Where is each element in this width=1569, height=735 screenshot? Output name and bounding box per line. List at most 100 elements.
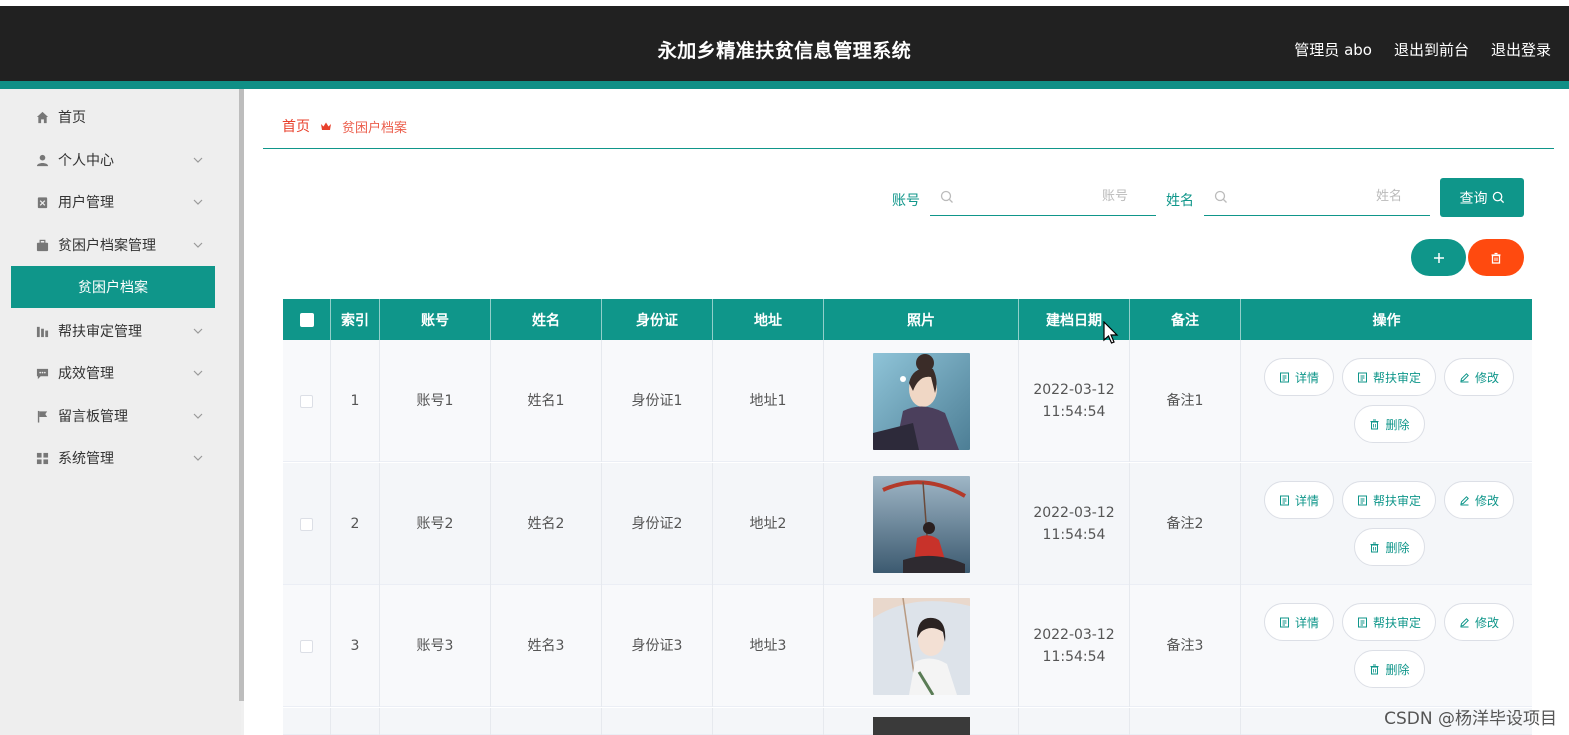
cell-account: 账号3 — [380, 585, 491, 707]
account-search-box — [930, 178, 1156, 216]
breadcrumb: 首页 贫困户档案 — [282, 116, 407, 136]
sidebar-item-label: 帮扶审定管理 — [58, 324, 142, 340]
home-icon — [35, 110, 49, 124]
cell-id-card: 身份证2 — [602, 463, 713, 585]
logout-link[interactable]: 退出登录 — [1491, 39, 1551, 60]
sidebar-subitem-poor-archive[interactable]: 贫困户档案 — [11, 266, 215, 308]
sidebar-item-results[interactable]: 成效管理 — [0, 353, 220, 393]
detail-button[interactable]: 详情 — [1264, 603, 1334, 641]
row-checkbox[interactable] — [300, 394, 313, 408]
row-check-cell — [283, 340, 331, 462]
detail-button[interactable]: 详情 — [1264, 358, 1334, 396]
cell-address: 地址2 — [713, 463, 824, 585]
row-checkbox[interactable] — [300, 639, 313, 653]
action-label: 详情 — [1294, 615, 1319, 630]
column-header-actions: 操作 — [1372, 312, 1401, 329]
sidebar-item-users[interactable]: 用户管理 — [0, 182, 220, 222]
batch-delete-button[interactable] — [1468, 239, 1524, 276]
row-checkbox[interactable] — [300, 517, 313, 531]
watermark: CSDN @杨洋毕设项目 — [1384, 709, 1557, 729]
table-row — [283, 708, 1532, 735]
photo-thumbnail[interactable] — [872, 597, 970, 695]
cell-index: 1 — [331, 340, 380, 462]
account-search-label: 账号 — [892, 193, 920, 209]
search-icon — [940, 190, 953, 203]
chevron-down-icon — [193, 199, 203, 205]
delete-button[interactable]: 删除 — [1354, 650, 1425, 688]
doc-icon — [1357, 617, 1367, 627]
query-button[interactable]: 查询 — [1440, 178, 1524, 217]
sidebar-item-message-board[interactable]: 留言板管理 — [0, 396, 220, 436]
detail-button[interactable]: 详情 — [1264, 481, 1334, 519]
name-search-label: 姓名 — [1166, 193, 1194, 209]
action-label: 删除 — [1385, 417, 1410, 432]
sidebar-item-system[interactable]: 系统管理 — [0, 438, 220, 478]
chevron-down-icon — [193, 157, 203, 163]
sidebar-item-personal[interactable]: 个人中心 — [0, 140, 220, 180]
cell-note: 备注3 — [1130, 585, 1241, 707]
admin-user-link[interactable]: 管理员 abo — [1294, 39, 1372, 60]
photo-thumbnail[interactable] — [872, 352, 970, 450]
exit-to-frontend-link[interactable]: 退出到前台 — [1394, 39, 1469, 60]
add-button[interactable] — [1411, 239, 1466, 276]
aid-review-button[interactable]: 帮扶审定 — [1342, 358, 1436, 396]
breadcrumb-home[interactable]: 首页 — [282, 116, 310, 136]
sidebar-item-label: 首页 — [58, 110, 86, 126]
delete-button[interactable]: 删除 — [1354, 405, 1425, 443]
delete-button[interactable]: 删除 — [1354, 528, 1425, 566]
cell-photo — [824, 585, 1019, 707]
edit-button[interactable]: 修改 — [1444, 358, 1514, 396]
cell-index: 3 — [331, 585, 380, 707]
cell-index: 2 — [331, 463, 380, 585]
aid-review-button[interactable]: 帮扶审定 — [1342, 603, 1436, 641]
action-label: 修改 — [1474, 370, 1499, 385]
cell-name: 姓名1 — [491, 340, 602, 462]
sidebar-item-home[interactable]: 首页 — [0, 97, 220, 137]
aid-review-button[interactable]: 帮扶审定 — [1342, 481, 1436, 519]
message-icon — [35, 366, 49, 380]
clipboard-icon — [35, 195, 49, 209]
photo-thumbnail[interactable] — [872, 475, 970, 573]
row-check-cell — [283, 585, 331, 707]
breadcrumb-current: 贫困户档案 — [342, 120, 408, 136]
cell-date — [1019, 708, 1130, 735]
cell-name: 姓名2 — [491, 463, 602, 585]
mouse-cursor-icon — [1103, 321, 1119, 344]
sidebar-item-aid-review[interactable]: 帮扶审定管理 — [0, 311, 220, 351]
cell-name: 姓名3 — [491, 585, 602, 707]
query-button-label: 查询 — [1459, 190, 1488, 207]
sidebar-item-label: 系统管理 — [58, 451, 114, 467]
cell-note: 备注2 — [1130, 463, 1241, 585]
photo-thumbnail[interactable] — [872, 717, 970, 735]
doc-icon — [1357, 372, 1367, 382]
account-search-input[interactable] — [930, 178, 1156, 215]
cell-date: 2022-03-12 11:54:54 — [1019, 340, 1130, 462]
select-all-cell — [283, 299, 331, 340]
column-header-name: 姓名 — [491, 299, 602, 340]
name-search-box — [1204, 178, 1430, 216]
chevron-down-icon — [193, 242, 203, 248]
doc-icon — [1279, 617, 1289, 627]
column-header-address: 地址 — [713, 299, 824, 340]
edit-button[interactable]: 修改 — [1444, 603, 1514, 641]
cell-note — [1130, 708, 1241, 735]
flag-icon — [35, 409, 49, 423]
table-row: 1 账号1 姓名1 身份证1 地址1 2022-03-12 11:54:54 备… — [283, 340, 1532, 462]
doc-icon — [1279, 495, 1289, 505]
column-header-account: 账号 — [380, 299, 491, 340]
edit-button[interactable]: 修改 — [1444, 481, 1514, 519]
trash-icon — [1370, 664, 1379, 674]
cell-photo — [824, 340, 1019, 462]
pencil-icon — [1460, 372, 1469, 382]
column-header-index: 索引 — [331, 299, 380, 340]
select-all-checkbox[interactable] — [299, 312, 314, 327]
column-header-photo: 照片 — [824, 299, 1019, 340]
table-row: 3 账号3 姓名3 身份证3 地址3 2022-03-12 11:54:54 备… — [283, 585, 1532, 707]
cell-index — [331, 708, 380, 735]
sidebar-item-poor-archive-management[interactable]: 贫困户档案管理 — [0, 225, 220, 265]
cell-id-card — [602, 708, 713, 735]
action-label: 详情 — [1294, 370, 1319, 385]
user-icon — [35, 153, 49, 167]
name-search-input[interactable] — [1204, 178, 1430, 215]
cell-note: 备注1 — [1130, 340, 1241, 462]
